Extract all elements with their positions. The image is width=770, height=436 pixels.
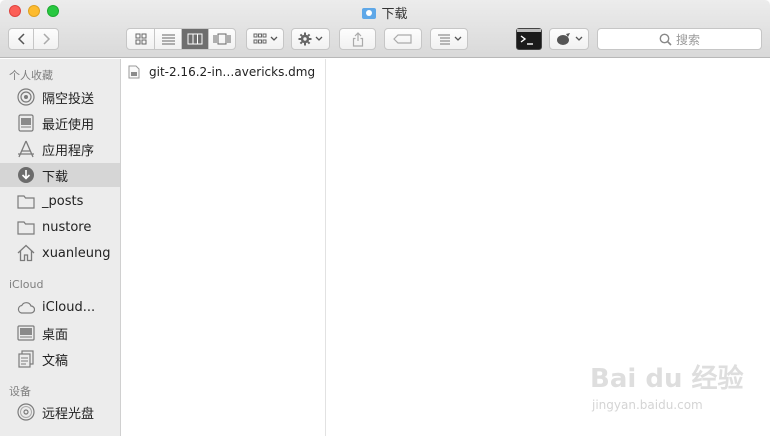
sidebar-item-applications[interactable]: 应用程序: [0, 137, 120, 161]
applications-icon: [17, 140, 35, 158]
folder-icon: [17, 218, 35, 236]
sidebar-item-desktop[interactable]: 桌面: [0, 321, 120, 345]
list-view-button[interactable]: [155, 29, 182, 49]
terminal-toolbar-button[interactable]: [516, 28, 542, 50]
gallery-view-button[interactable]: [209, 29, 235, 49]
sidebar-item-label: _posts: [42, 193, 84, 209]
sidebar-item-label: 最近使用: [42, 117, 95, 133]
action-menu-button[interactable]: [291, 28, 330, 50]
sidebar-item-recents[interactable]: 最近使用: [0, 111, 120, 135]
sidebar-item-airdrop[interactable]: 隔空投送: [0, 85, 120, 109]
sidebar-item-home[interactable]: xuanleung: [0, 241, 120, 265]
column-view-button[interactable]: [182, 29, 209, 49]
disc-icon: [17, 403, 35, 421]
sidebar-item-nustore[interactable]: nustore: [0, 215, 120, 239]
share-button[interactable]: [339, 28, 376, 50]
terminal-icon: [517, 29, 541, 45]
sidebar-item-posts[interactable]: _posts: [0, 189, 120, 213]
share-icon: [352, 31, 363, 47]
finder-window: 下载 搜索 个人收藏 隔空投送 最近使用 应用程序 下载 _posts nust…: [0, 0, 770, 436]
sidebar-item-label: xuanleung: [42, 245, 111, 261]
sidebar-item-label: 文稿: [42, 353, 69, 369]
airdrop-icon: [17, 88, 35, 106]
sidebar-item-label: iCloud...: [42, 299, 96, 315]
custom-tool-button[interactable]: [549, 28, 589, 50]
tool-icon: [556, 33, 570, 45]
window-title-text: 下载: [381, 7, 408, 22]
arrange-grid-icon: [253, 33, 266, 44]
columns-icon: [187, 33, 203, 45]
sidebar-item-label: 应用程序: [42, 143, 95, 159]
sidebar-item-icloud-drive[interactable]: iCloud...: [0, 295, 120, 319]
forward-button[interactable]: [34, 29, 58, 49]
navigation-buttons: [8, 28, 59, 50]
sidebar-section-devices: 设备: [9, 385, 31, 398]
window-title: 下载: [0, 3, 770, 22]
sidebar-section-icloud: iCloud: [9, 278, 44, 291]
chevron-right-icon: [42, 33, 50, 45]
sidebar-section-favorites: 个人收藏: [9, 69, 53, 82]
search-icon: [659, 33, 672, 46]
cover-flow-icon: [213, 33, 231, 45]
sidebar-item-label: nustore: [42, 219, 92, 235]
folder-icon: [17, 192, 35, 210]
file-column: git-2.16.2-in…avericks.dmg: [122, 59, 326, 436]
sidebar-item-label: 桌面: [42, 327, 69, 343]
chevron-left-icon: [17, 33, 25, 45]
downloads-icon: [17, 166, 35, 184]
chevron-down-icon: [315, 36, 323, 41]
icon-view-button[interactable]: [127, 29, 155, 49]
file-name: git-2.16.2-in…avericks.dmg: [149, 65, 316, 79]
search-placeholder: 搜索: [675, 32, 700, 47]
tags-button[interactable]: [384, 28, 422, 50]
back-button[interactable]: [9, 29, 34, 49]
chevron-down-icon: [270, 36, 277, 41]
search-field[interactable]: 搜索: [597, 28, 762, 50]
sort-menu-button[interactable]: [430, 28, 468, 50]
documents-icon: [17, 350, 35, 368]
view-mode-selector: [126, 28, 236, 50]
downloads-folder-icon: [362, 8, 377, 19]
gear-icon: [298, 32, 312, 46]
home-icon: [17, 244, 35, 262]
sidebar-item-remote-disc[interactable]: 远程光盘: [0, 400, 120, 424]
toolbar: 下载 搜索: [0, 0, 770, 58]
recents-icon: [17, 114, 35, 132]
tag-icon: [393, 34, 412, 44]
desktop-icon: [17, 324, 35, 342]
sidebar-item-label: 下载: [42, 169, 69, 185]
dmg-file-icon: [128, 65, 140, 79]
grid-icon: [135, 33, 146, 45]
sidebar-item-label: 隔空投送: [42, 91, 95, 107]
arrange-menu-button[interactable]: [246, 28, 284, 50]
baidu-watermark: Bai du 经验: [590, 364, 744, 394]
sidebar: 个人收藏 隔空投送 最近使用 应用程序 下载 _posts nustore xu…: [0, 59, 121, 436]
baidu-watermark-url: jingyan.baidu.com: [592, 398, 703, 412]
file-item[interactable]: git-2.16.2-in…avericks.dmg: [128, 63, 315, 81]
sort-list-icon: [437, 34, 450, 44]
cloud-icon: [17, 298, 35, 316]
chevron-down-icon: [454, 36, 461, 41]
sidebar-item-documents[interactable]: 文稿: [0, 347, 120, 371]
sidebar-item-label: 远程光盘: [42, 406, 95, 422]
sidebar-item-downloads[interactable]: 下载: [0, 163, 120, 187]
chevron-down-icon: [575, 36, 582, 41]
list-icon: [161, 34, 175, 45]
